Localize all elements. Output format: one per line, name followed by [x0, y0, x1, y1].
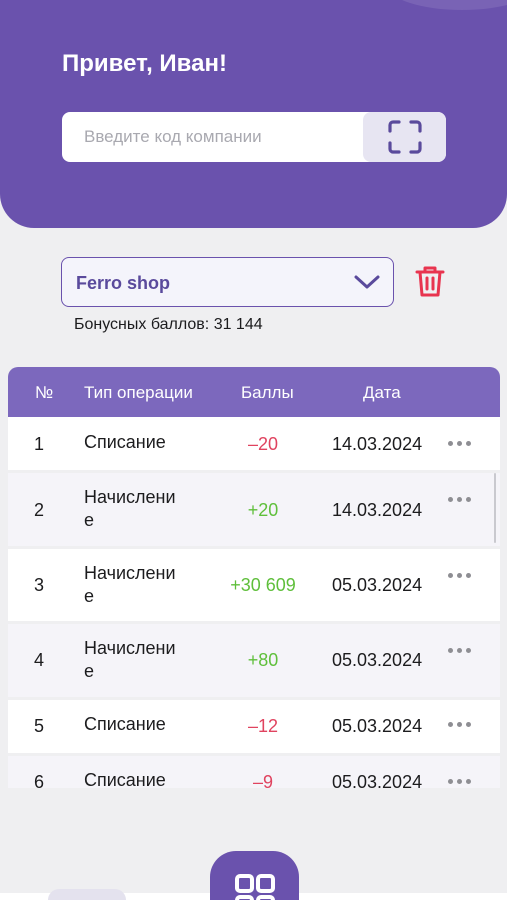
bottom-nav-tab[interactable] [48, 889, 126, 900]
row-date: 14.03.2024 [332, 434, 423, 454]
table-scrollbar[interactable] [494, 473, 496, 543]
qr-scan-button[interactable] [210, 851, 299, 900]
more-horizontal-icon[interactable] [448, 722, 472, 730]
bonus-balance: Бонусных баллов: 31 144 [74, 316, 263, 334]
column-operation-type: Тип операции [84, 383, 193, 402]
column-points: Баллы [241, 383, 294, 402]
row-points: –20 [247, 434, 279, 454]
bonus-label: Бонусных баллов: [74, 316, 210, 333]
table-row: 1 Списание –20 14.03.2024 [8, 417, 500, 470]
table-row: 4 Начислени е +80 05.03.2024 [8, 624, 500, 697]
row-points: +30 609 [230, 575, 296, 595]
row-number: 3 [34, 575, 45, 595]
column-date: Дата [363, 383, 401, 402]
qr-code-icon [234, 874, 275, 900]
row-date: 05.03.2024 [332, 716, 423, 736]
company-code-input[interactable] [62, 112, 364, 162]
more-horizontal-icon[interactable] [448, 648, 472, 656]
row-number: 4 [34, 650, 45, 670]
more-horizontal-icon[interactable] [448, 441, 472, 449]
row-operation-type: Списание [84, 432, 166, 452]
greeting-title: Привет, Иван! [62, 50, 227, 77]
trash-icon [415, 266, 445, 297]
table-row: 2 Начислени е +20 14.03.2024 [8, 473, 500, 546]
row-operation-type: Начислени е [84, 638, 176, 681]
table-row: 5 Списание –12 05.03.2024 [8, 700, 500, 753]
delete-company-button[interactable] [414, 264, 446, 298]
row-operation-type: Начислени е [84, 487, 176, 530]
row-number: 1 [34, 434, 45, 454]
header-panel: Привет, Иван! [0, 0, 507, 228]
column-number: № [35, 383, 54, 402]
row-number: 2 [34, 500, 45, 520]
more-horizontal-icon[interactable] [448, 779, 472, 787]
operations-table-header: № Тип операции Баллы Дата [8, 367, 500, 417]
row-date: 05.03.2024 [332, 575, 423, 595]
more-horizontal-icon[interactable] [448, 573, 472, 581]
chevron-down-icon [354, 275, 380, 289]
row-operation-type: Начислени е [84, 563, 176, 606]
row-points: +80 [247, 650, 279, 670]
row-date: 05.03.2024 [332, 650, 423, 670]
header-decoration [387, 0, 507, 10]
row-points: –12 [247, 716, 279, 736]
company-select-value: Ferro shop [76, 273, 171, 293]
scan-frame-icon [387, 120, 422, 154]
row-number: 5 [34, 716, 45, 736]
company-select[interactable]: Ferro shop [61, 257, 394, 307]
row-operation-type: Списание [84, 714, 166, 734]
row-date: 14.03.2024 [332, 500, 423, 520]
company-code-search [62, 112, 446, 162]
more-horizontal-icon[interactable] [448, 497, 472, 505]
row-points: +20 [247, 500, 279, 520]
scan-button[interactable] [363, 112, 446, 162]
table-row: 3 Начислени е +30 609 05.03.2024 [8, 549, 500, 621]
bonus-value: 31 144 [213, 316, 263, 333]
